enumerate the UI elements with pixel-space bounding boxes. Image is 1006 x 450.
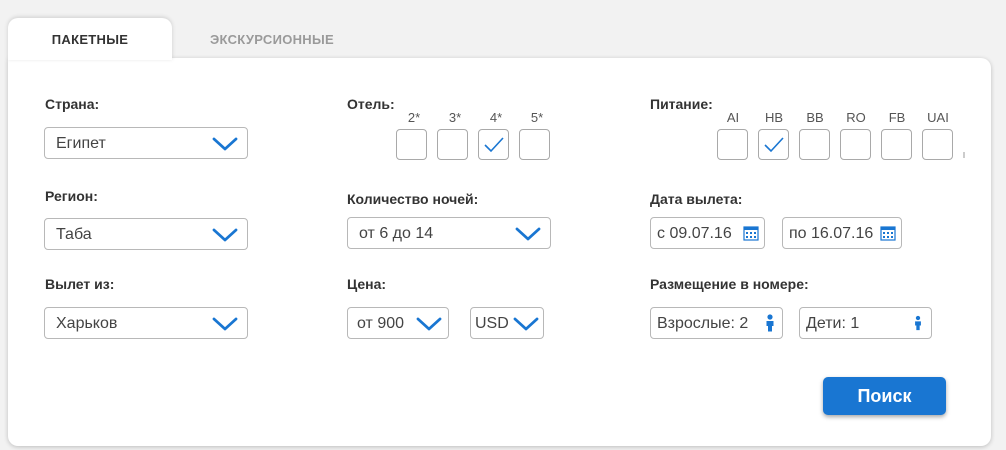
hotel-4star-checkbox[interactable] <box>478 129 509 160</box>
person-icon <box>915 315 921 331</box>
date-to-field[interactable]: по 16.07.16 <box>782 217 902 249</box>
region-select[interactable]: Таба <box>44 218 248 250</box>
adults-value: Взрослые: 2 <box>657 315 749 332</box>
checkmark-icon <box>764 137 784 153</box>
tab-excursion[interactable]: ЭКСКУРСИОННЫЕ <box>182 18 362 60</box>
meals-ro-label: RO <box>846 110 866 125</box>
region-label: Регион: <box>45 188 98 204</box>
hotel-3star-label: 3* <box>448 110 462 125</box>
hotel-5star-label: 5* <box>530 110 544 125</box>
date-from-value: с 09.07.16 <box>657 225 732 242</box>
date-to-value: по 16.07.16 <box>789 225 874 242</box>
adults-field[interactable]: Взрослые: 2 <box>650 307 783 339</box>
hotel-4star-label: 4* <box>489 110 503 125</box>
chevron-down-icon <box>416 317 442 331</box>
departure-from-value: Харьков <box>56 315 118 332</box>
country-value: Египет <box>56 135 106 152</box>
divider <box>963 152 965 158</box>
meals-uai-label: UAI <box>927 110 949 125</box>
nights-select[interactable]: от 6 до 14 <box>347 217 551 249</box>
children-field[interactable]: Дети: 1 <box>799 307 932 339</box>
search-button[interactable]: Поиск <box>823 377 946 415</box>
meals-label: Питание: <box>650 96 713 112</box>
currency-select[interactable]: USD <box>470 307 544 339</box>
chevron-down-icon <box>515 227 541 241</box>
nights-value: от 6 до 14 <box>359 225 434 242</box>
meals-fb-checkbox[interactable] <box>881 129 912 160</box>
departure-date-label: Дата вылета: <box>650 191 743 207</box>
hotel-3star-checkbox[interactable] <box>437 129 468 160</box>
meals-ai-label: AI <box>726 110 740 125</box>
checkmark-icon <box>484 137 504 153</box>
chevron-down-icon <box>513 317 539 331</box>
meals-fb-label: FB <box>888 110 906 125</box>
person-icon <box>766 314 774 332</box>
tab-package[interactable]: ПАКЕТНЫЕ <box>8 18 172 60</box>
meals-bb-label: BB <box>806 110 824 125</box>
price-select[interactable]: от 900 <box>347 307 449 339</box>
chevron-down-icon <box>212 228 238 242</box>
meals-ro-checkbox[interactable] <box>840 129 871 160</box>
calendar-icon <box>743 226 759 241</box>
departure-from-label: Вылет из: <box>45 276 115 292</box>
meals-hb-label: HB <box>764 110 784 125</box>
nights-label: Количество ночей: <box>347 191 479 207</box>
hotel-2star-label: 2* <box>407 110 421 125</box>
meals-hb-checkbox[interactable] <box>758 129 789 160</box>
search-form-panel: Страна: Египет Регион: Таба Вылет из: Ха… <box>8 58 991 446</box>
hotel-5star-checkbox[interactable] <box>519 129 550 160</box>
chevron-down-icon <box>212 317 238 331</box>
country-select[interactable]: Египет <box>44 127 248 159</box>
hotel-label: Отель: <box>347 96 395 112</box>
meals-ai-checkbox[interactable] <box>717 129 748 160</box>
currency-value: USD <box>475 315 509 332</box>
accommodation-label: Размещение в номере: <box>650 276 809 292</box>
country-label: Страна: <box>45 96 100 112</box>
chevron-down-icon <box>212 137 238 151</box>
hotel-2star-checkbox[interactable] <box>396 129 427 160</box>
calendar-icon <box>880 226 896 241</box>
children-value: Дети: 1 <box>806 315 860 332</box>
region-value: Таба <box>56 226 92 243</box>
departure-from-select[interactable]: Харьков <box>44 307 248 339</box>
meals-bb-checkbox[interactable] <box>799 129 830 160</box>
price-value: от 900 <box>357 315 405 332</box>
meals-uai-checkbox[interactable] <box>922 129 953 160</box>
price-label: Цена: <box>347 276 387 292</box>
date-from-field[interactable]: с 09.07.16 <box>650 217 765 249</box>
